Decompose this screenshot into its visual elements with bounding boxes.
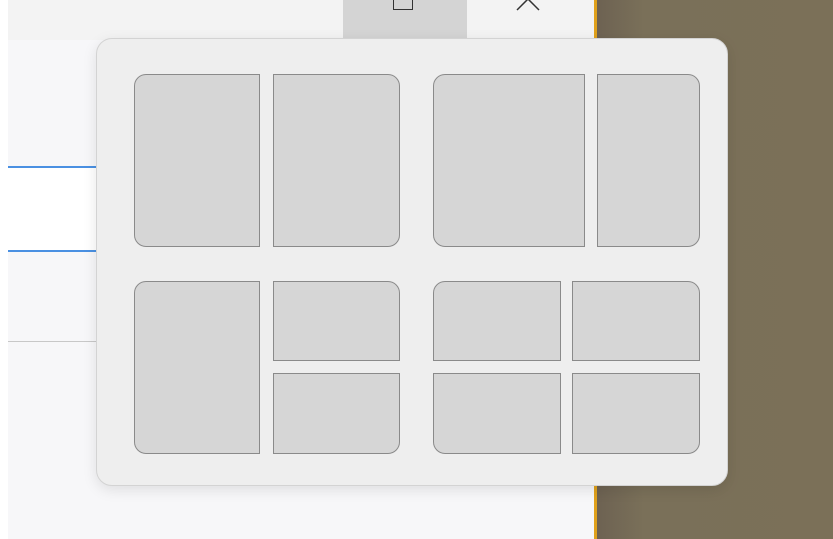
maximize-icon	[393, 0, 413, 10]
layout-quad-top-left-zone[interactable]	[433, 281, 561, 361]
layout-quad-top-right-zone[interactable]	[572, 281, 700, 361]
window-left-edge	[0, 0, 8, 539]
layout-two-equal-left-zone[interactable]	[134, 74, 260, 247]
maximize-button[interactable]	[343, 0, 467, 40]
layout-wide-narrow-left-zone[interactable]	[433, 74, 585, 247]
layout-left-stack-bottom-right-zone[interactable]	[273, 373, 400, 454]
close-icon	[516, 0, 540, 11]
layout-wide-narrow-right-zone[interactable]	[597, 74, 700, 247]
layout-left-stack-top-right-zone[interactable]	[273, 281, 400, 361]
snap-layouts-flyout	[96, 38, 728, 486]
layout-left-stack-left-zone[interactable]	[134, 281, 260, 454]
layout-quad-bottom-left-zone[interactable]	[433, 373, 561, 454]
close-button[interactable]	[467, 0, 593, 40]
layout-two-equal-right-zone[interactable]	[273, 74, 400, 247]
divider	[8, 341, 108, 342]
text-input-field[interactable]	[8, 166, 108, 252]
layout-quad-bottom-right-zone[interactable]	[572, 373, 700, 454]
